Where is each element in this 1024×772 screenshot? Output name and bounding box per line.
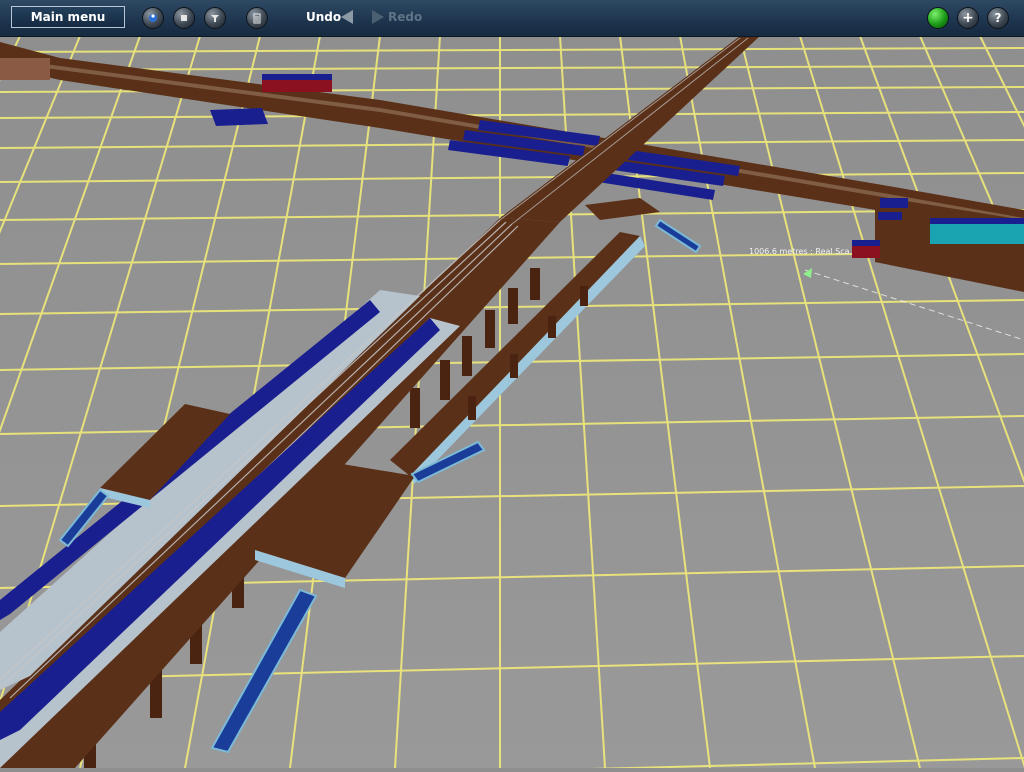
globe-icon[interactable] (142, 7, 164, 29)
3d-viewport[interactable]: 1006.6 metres : Real Sca (0, 0, 1024, 772)
redo-label[interactable]: Redo (388, 10, 422, 24)
green-status-icon[interactable] (927, 7, 949, 29)
stop-icon[interactable] (173, 7, 195, 29)
tool-icon[interactable] (204, 7, 226, 29)
main-menu-button[interactable]: Main menu (11, 6, 125, 28)
undo-arrow-icon[interactable] (341, 10, 353, 24)
trash-icon[interactable] (246, 7, 268, 29)
redo-arrow-icon[interactable] (372, 10, 384, 24)
help-icon[interactable]: ? (987, 7, 1009, 29)
measurement-readout: 1006.6 metres : Real Sca (749, 247, 850, 256)
plus-icon[interactable]: + (957, 7, 979, 29)
top-toolbar: Main menu Undo Redo + ? (0, 0, 1024, 37)
scene-canvas[interactable] (0, 0, 1024, 772)
undo-label[interactable]: Undo (306, 10, 341, 24)
